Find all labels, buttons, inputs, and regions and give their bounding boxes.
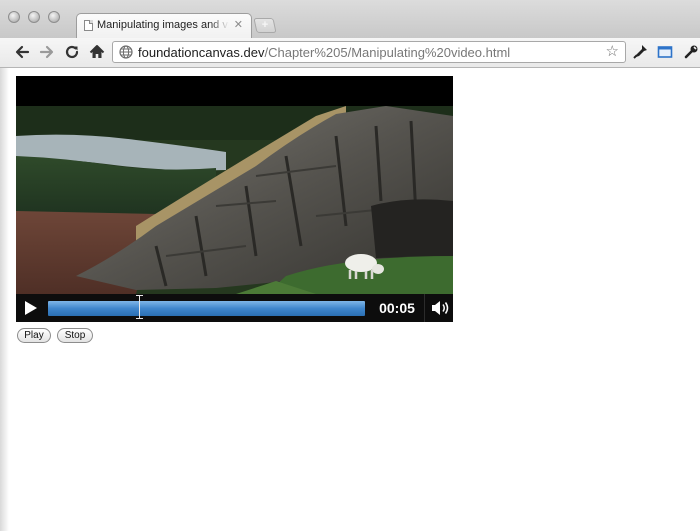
url-path: /Chapter%205/Manipulating%20video.html — [264, 45, 511, 60]
reload-icon — [65, 45, 79, 59]
back-button[interactable] — [14, 44, 30, 60]
browser-toolbar: foundationcanvas.dev/Chapter%205/Manipul… — [0, 38, 700, 68]
video-play-icon[interactable] — [16, 294, 43, 322]
arrow-left-icon — [15, 45, 30, 59]
window-icon — [657, 46, 673, 58]
forward-button[interactable] — [39, 44, 55, 60]
tab-active[interactable]: Manipulating images and video ✕ — [76, 13, 252, 38]
url-text: foundationcanvas.dev/Chapter%205/Manipul… — [138, 45, 510, 60]
text-cursor-icon — [136, 295, 143, 319]
volume-button[interactable] — [424, 294, 453, 322]
home-icon — [89, 45, 105, 58]
video-controls: 00:05 — [16, 294, 453, 322]
extension-button-1[interactable] — [632, 44, 648, 60]
video-time-display: 00:05 — [379, 300, 415, 316]
reload-button[interactable] — [64, 44, 80, 60]
settings-button[interactable] — [683, 44, 699, 60]
home-button[interactable] — [89, 44, 105, 60]
zoom-window-button[interactable] — [48, 11, 60, 23]
window-edge-shadow — [0, 68, 9, 531]
bookmark-star-icon[interactable]: ☆ — [606, 43, 619, 61]
video-progress-bar[interactable] — [48, 295, 365, 319]
play-button[interactable]: Play — [17, 328, 51, 343]
minimize-window-button[interactable] — [28, 11, 40, 23]
arrow-right-icon — [39, 45, 54, 59]
tab-close-icon[interactable]: ✕ — [234, 18, 243, 32]
extension-button-2[interactable] — [657, 44, 673, 60]
video-player[interactable]: 00:05 — [16, 76, 453, 322]
address-bar[interactable]: foundationcanvas.dev/Chapter%205/Manipul… — [112, 41, 626, 63]
video-frame-image — [16, 106, 453, 294]
pen-nib-icon — [633, 45, 647, 59]
page-favicon-icon — [84, 20, 93, 31]
globe-icon — [119, 45, 133, 59]
tab-strip: Manipulating images and video ✕ + — [0, 0, 700, 38]
new-tab-button[interactable]: + — [253, 18, 277, 33]
browser-window: Manipulating images and video ✕ + — [0, 0, 700, 531]
wrench-icon — [684, 45, 698, 59]
tab-title: Manipulating images and video — [97, 19, 229, 31]
speaker-icon — [432, 301, 449, 315]
url-host: foundationcanvas.dev — [138, 45, 265, 60]
plus-icon: + — [261, 19, 269, 31]
stop-button[interactable]: Stop — [57, 328, 93, 343]
close-window-button[interactable] — [8, 11, 20, 23]
